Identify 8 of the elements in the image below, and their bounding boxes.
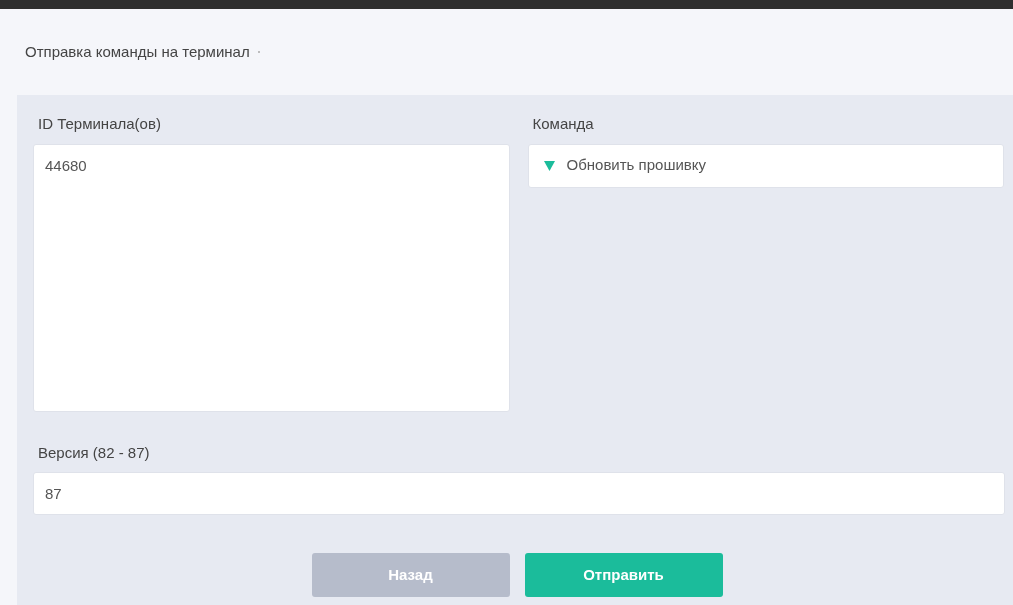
field-label: Команда (531, 114, 595, 134)
dropdown-triangle-icon (543, 160, 555, 171)
command-dropdown[interactable]: Обновить прошивку (527, 143, 1004, 188)
terminal-ids-field[interactable]: 44680 (33, 143, 510, 412)
field-label: Версия (82 - 87) (37, 442, 151, 463)
field-label: ID Терминала(ов) (37, 114, 162, 134)
page-title: Отправка команды на терминал (25, 41, 250, 62)
version-field[interactable]: 87 (33, 472, 1005, 515)
